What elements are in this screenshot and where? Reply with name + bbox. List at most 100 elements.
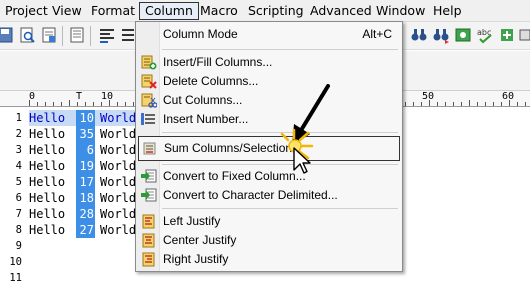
menu-format[interactable]: Format (86, 2, 140, 20)
text-cell: World (100, 143, 137, 157)
menu-view[interactable]: View (47, 2, 87, 20)
ruler-tick (405, 102, 406, 106)
menu-item-sum-columns-selection[interactable]: Sum Columns/Selection (138, 136, 400, 161)
line-number: 10 (9, 256, 22, 268)
line-number: 11 (9, 272, 22, 284)
menu-item-cut-columns[interactable]: Cut Columns... (138, 91, 400, 110)
menu-project[interactable]: Project (0, 2, 53, 20)
line-number: 5 (15, 176, 22, 188)
spell-check-icon[interactable]: abc (476, 26, 494, 44)
sum-columns-icon (142, 141, 158, 156)
ruler-tick (429, 100, 430, 106)
ruler-tab-marker: T (76, 91, 83, 102)
menu-item-center-justify[interactable]: Center Justify (138, 231, 400, 250)
convert-fixed-icon (141, 169, 157, 184)
ruler-tick (525, 102, 526, 106)
document-icon[interactable] (68, 26, 86, 44)
ruler-tick (109, 100, 110, 106)
ruler-tick (469, 100, 470, 106)
menu-item-shortcut: Alt+C (362, 27, 392, 41)
menu-item-delete-columns[interactable]: Delete Columns... (138, 72, 400, 91)
menu-item-label: Insert/Fill Columns... (163, 55, 273, 69)
ruler-label: 10 (101, 91, 114, 102)
ruler-tick (493, 102, 494, 106)
selected-number: 19 (79, 159, 94, 173)
menu-column[interactable]: Column (139, 2, 199, 20)
ruler-tick (477, 102, 478, 106)
insert-number-icon (141, 112, 157, 127)
menu-item-convert-fixed[interactable]: Convert to Fixed Column... (138, 167, 400, 186)
text-cell: Hello (29, 159, 66, 173)
menu-item-convert-delimited[interactable]: Convert to Character Delimited... (138, 186, 400, 205)
menu-item-label: Convert to Character Delimited... (163, 188, 338, 202)
ruler-tick (133, 102, 134, 106)
find-in-files-icon[interactable] (454, 26, 472, 44)
ruler-tick (445, 102, 446, 106)
ruler-tick (437, 102, 438, 106)
insert-column-icon (141, 55, 157, 70)
ruler-tick (453, 102, 454, 106)
ruler-tick (101, 102, 102, 106)
menu-item-label: Column Mode (163, 27, 238, 41)
ruler-tick (85, 102, 86, 106)
menu-separator (162, 132, 398, 133)
menu-item-right-justify[interactable]: Right Justify (138, 250, 400, 269)
center-justify-icon (141, 233, 157, 248)
menu-window[interactable]: Window (371, 2, 430, 20)
ruler-tick (93, 102, 94, 106)
menu-advanced[interactable]: Advanced (305, 2, 377, 20)
selected-number: 10 (79, 111, 94, 125)
text-cell: World (100, 127, 137, 141)
menu-item-label: Center Justify (163, 233, 237, 247)
left-justify-icon (141, 214, 157, 229)
text-cell: Hello (29, 111, 66, 125)
ruler-tick (461, 102, 462, 106)
print-icon[interactable] (40, 26, 58, 44)
menu-item-label: Sum Columns/Selection (164, 141, 293, 155)
insert-icon[interactable] (498, 26, 516, 44)
selected-number: 17 (79, 175, 94, 189)
menu-item-insert-fill-columns[interactable]: Insert/Fill Columns... (138, 53, 400, 72)
ruler-tick (517, 102, 518, 106)
replace-icon[interactable] (432, 26, 450, 44)
selected-number: 6 (86, 143, 94, 157)
right-justify-icon (141, 252, 157, 267)
line-number: 8 (15, 224, 22, 236)
menu-item-insert-number[interactable]: Insert Number... (138, 110, 400, 129)
text-cell: Hello (29, 223, 66, 237)
menu-item-label: Right Justify (163, 252, 229, 266)
ruler-tick (69, 100, 70, 106)
ruler-tick (37, 102, 38, 106)
selected-number: 28 (79, 207, 94, 221)
menu-item-left-justify[interactable]: Left Justify (138, 212, 400, 231)
line-number: 6 (15, 192, 22, 204)
find-icon[interactable] (410, 26, 428, 44)
ruler-tick (53, 102, 54, 106)
tab-icon[interactable] (518, 26, 530, 44)
menu-scripting[interactable]: Scripting (243, 2, 309, 20)
text-cell: Hello (29, 191, 66, 205)
text-cell: Hello (29, 127, 66, 141)
menu-item-column-mode[interactable]: Column Mode Alt+C (138, 25, 400, 44)
ruler-tick (45, 102, 46, 106)
menu-separator (162, 49, 398, 50)
menu-item-label: Convert to Fixed Column... (163, 169, 306, 183)
ruler-tick (77, 102, 78, 106)
save-icon[interactable] (0, 26, 14, 44)
delete-column-icon (141, 74, 157, 89)
ruler-tick (117, 102, 118, 106)
ruler-tick (485, 102, 486, 106)
menu-help[interactable]: Help (428, 2, 467, 20)
print-preview-icon[interactable] (18, 26, 36, 44)
menu-bar: Project View Format Column Macro Scripti… (0, 0, 530, 22)
column-menu-dropdown: Column Mode Alt+C Insert/Fill Columns...… (135, 21, 403, 272)
line-number: 3 (15, 144, 22, 156)
line-number: 7 (15, 208, 22, 220)
text-cell: World (100, 223, 137, 237)
menu-macro[interactable]: Macro (195, 2, 243, 20)
text-cell: Hello (29, 143, 66, 157)
line-number: 4 (15, 160, 22, 172)
menu-item-label: Delete Columns... (163, 74, 259, 88)
format-lines-icon[interactable] (98, 26, 116, 44)
ruler-tick (29, 100, 30, 106)
